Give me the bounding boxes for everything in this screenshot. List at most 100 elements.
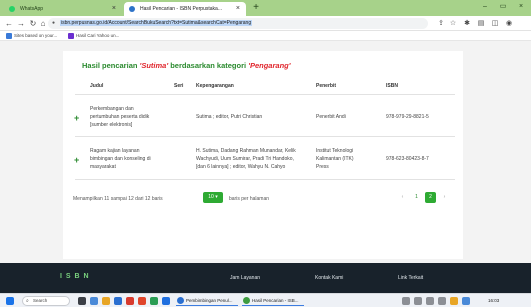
publisher-line: Press bbox=[316, 164, 329, 170]
page-content: Hasil pencarian 'Sutima' berdasarkan kat… bbox=[0, 41, 531, 263]
url-text: isbn.perpusnas.go.id/Account/SearchBukuS… bbox=[60, 20, 253, 26]
lock-icon: ● bbox=[52, 20, 56, 26]
expand-row-icon[interactable]: + bbox=[74, 155, 79, 165]
profile-avatar-icon[interactable]: ◉ bbox=[504, 18, 514, 29]
network-icon[interactable] bbox=[414, 297, 422, 305]
bookmarks-bar: Sites based on your... Hasil Cari Yahoo … bbox=[0, 31, 531, 41]
window-close-icon[interactable]: × bbox=[512, 0, 530, 16]
row-isbn: 978-979-29-8821-5 bbox=[386, 114, 429, 120]
title-line: pertumbuhan peserta didik bbox=[90, 114, 150, 120]
chrome-green-icon[interactable] bbox=[150, 297, 158, 305]
chevron-down-icon: ▾ bbox=[215, 194, 218, 200]
title-line: Ragam kajian layanan bbox=[90, 148, 140, 154]
column-header-seri[interactable]: Seri bbox=[174, 83, 183, 89]
sidebar-icon[interactable]: ◫ bbox=[490, 18, 500, 29]
row-authors: Sutima ; editor, Putri Christian bbox=[196, 113, 314, 121]
word-app-icon bbox=[177, 297, 184, 304]
volume-icon[interactable] bbox=[426, 297, 434, 305]
column-header-penerbit[interactable]: Penerbit bbox=[316, 83, 336, 89]
authors-line: H. Sutima, Dadang Rahman Munandar, Kelik bbox=[196, 148, 296, 154]
pagination-info: Menampilkan 11 sampai 12 dari 12 baris bbox=[73, 196, 163, 202]
search-icon: ⌕ bbox=[26, 298, 29, 304]
notification-icon[interactable] bbox=[450, 297, 458, 305]
widgets-icon[interactable] bbox=[90, 297, 98, 305]
page-button-2-active[interactable]: 2 bbox=[425, 192, 436, 203]
title-line: Perkembangan dan bbox=[90, 106, 134, 112]
task-view-icon[interactable] bbox=[78, 297, 86, 305]
taskbar-search[interactable]: ⌕ Search bbox=[22, 296, 70, 306]
row-authors: H. Sutima, Dadang Rahman Munandar, Kelik… bbox=[196, 147, 314, 171]
site-footer: I S B N Jam Layanan Kontak Kami Link Ter… bbox=[0, 263, 531, 293]
taskbar-app-browser[interactable]: Hasil Pencarian - ISB... bbox=[242, 296, 304, 306]
authors-line: [dan 6 lainnya] ; editor, Wahyu N. Cahyo bbox=[196, 164, 286, 170]
office-icon[interactable] bbox=[126, 297, 134, 305]
column-header-judul[interactable]: Judul bbox=[90, 83, 103, 89]
column-header-kepengarangan[interactable]: Kepengarangan bbox=[196, 83, 234, 89]
bookmark-favicon-icon bbox=[68, 33, 74, 39]
row-divider bbox=[75, 179, 455, 180]
share-icon[interactable]: ⇪ bbox=[436, 18, 446, 29]
word-icon[interactable] bbox=[114, 297, 122, 305]
windows-start-icon[interactable] bbox=[6, 297, 14, 305]
home-icon[interactable]: ⌂ bbox=[38, 16, 48, 31]
chrome-red-icon[interactable] bbox=[138, 297, 146, 305]
footer-jam-layanan: Jam Layanan bbox=[230, 275, 261, 281]
results-heading: Hasil pencarian 'Sutima' berdasarkan kat… bbox=[82, 61, 291, 70]
column-header-isbn[interactable]: ISBN bbox=[386, 83, 398, 89]
next-page-button[interactable]: › bbox=[439, 192, 450, 203]
browser-tab-bar: WhatsApp × Hasil Pencarian - ISBN Perpus… bbox=[0, 0, 531, 16]
authors-line: Sutima ; editor, Putri Christian bbox=[196, 114, 263, 120]
edge-icon[interactable] bbox=[162, 297, 170, 305]
close-icon[interactable]: × bbox=[112, 2, 116, 16]
battery-icon[interactable] bbox=[438, 297, 446, 305]
expand-row-icon[interactable]: + bbox=[74, 113, 79, 123]
publisher-line: Institut Teknologi bbox=[316, 148, 354, 154]
footer-kontak-kami: Kontak Kami bbox=[315, 275, 344, 281]
maximize-icon[interactable]: ▭ bbox=[494, 0, 512, 16]
reload-icon[interactable]: ↻ bbox=[28, 16, 38, 31]
row-publisher: Institut Teknologi Kalimantan (ITK) Pres… bbox=[316, 147, 382, 171]
new-tab-button[interactable]: + bbox=[250, 2, 262, 14]
address-bar-row: ← → ↻ ⌂ ● isbn.perpusnas.go.id/Account/S… bbox=[0, 16, 531, 31]
prev-page-button[interactable]: ‹ bbox=[397, 192, 408, 203]
title-line: masyarakat bbox=[90, 164, 116, 170]
row-title[interactable]: Perkembangan dan pertumbuhan peserta did… bbox=[90, 105, 170, 129]
isbn-logo: I S B N bbox=[60, 273, 90, 280]
authors-line: Wachyudi, Uum Sumirar, Pradi Tri Handoko… bbox=[196, 156, 294, 162]
extension-icon[interactable]: ✱ bbox=[462, 18, 472, 29]
publisher-line: Penerbit Andi bbox=[316, 114, 346, 120]
row-publisher: Penerbit Andi bbox=[316, 113, 382, 121]
tab-title: WhatsApp bbox=[20, 6, 44, 12]
row-title[interactable]: Ragam kajian layanan bimbingan dan konse… bbox=[90, 147, 170, 171]
taskbar-app-word-document[interactable]: Pembimbingan Penul... bbox=[176, 296, 238, 306]
reading-list-icon[interactable]: ▤ bbox=[476, 18, 486, 29]
file-explorer-icon[interactable] bbox=[102, 297, 110, 305]
footer-link-terkait: Link Terkait bbox=[398, 275, 424, 281]
taskbar-app-label: Hasil Pencarian - ISB... bbox=[252, 298, 299, 303]
heading-category: 'Pengarang' bbox=[248, 61, 291, 70]
bookmark-star-icon[interactable]: ☆ bbox=[448, 18, 458, 29]
heading-middle: berdasarkan kategori bbox=[170, 61, 247, 70]
taskbar-clock[interactable]: 16:03 bbox=[488, 296, 499, 306]
bookmark-label: Hasil Cari Yahoo un... bbox=[76, 33, 120, 38]
per-page-dropdown[interactable]: 10 ▾ bbox=[203, 192, 223, 203]
forward-icon[interactable]: → bbox=[16, 16, 26, 31]
close-icon[interactable]: × bbox=[236, 2, 240, 16]
tab-whatsapp[interactable]: WhatsApp × bbox=[4, 2, 122, 16]
taskbar-app-label: Pembimbingan Penul... bbox=[186, 298, 233, 303]
back-icon[interactable]: ← bbox=[4, 16, 14, 31]
chrome-app-icon bbox=[243, 297, 250, 304]
minimize-icon[interactable]: – bbox=[476, 0, 494, 16]
url-input[interactable]: ● isbn.perpusnas.go.id/Account/SearchBuk… bbox=[48, 18, 428, 29]
row-divider bbox=[75, 136, 455, 137]
tab-hasil-pencarian[interactable]: Hasil Pencarian - ISBN Perpustaka... × bbox=[124, 2, 246, 16]
title-line: bimbingan dan konseling di bbox=[90, 156, 151, 162]
per-page-value: 10 bbox=[208, 194, 214, 200]
title-line: [sumber elektronis] bbox=[90, 122, 133, 128]
bookmark-item[interactable]: Sites based on your... bbox=[6, 32, 57, 40]
keyboard-icon[interactable] bbox=[462, 297, 470, 305]
results-card: Hasil pencarian 'Sutima' berdasarkan kat… bbox=[63, 51, 463, 259]
bookmark-item[interactable]: Hasil Cari Yahoo un... bbox=[68, 32, 119, 40]
page-button-1[interactable]: 1 bbox=[411, 192, 422, 203]
system-tray-icon[interactable] bbox=[402, 297, 410, 305]
